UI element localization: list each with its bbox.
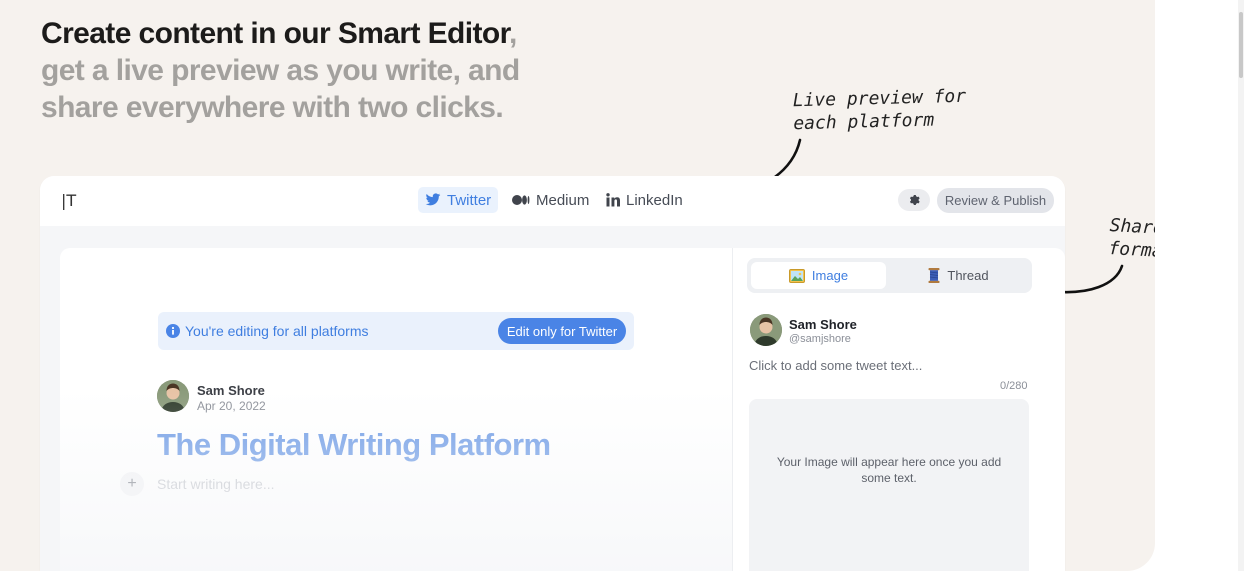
tab-label: LinkedIn	[626, 191, 683, 209]
platform-banner: You're editing for all platforms Edit on…	[158, 312, 634, 350]
annotation-line: formats	[1107, 238, 1155, 263]
character-count: 0/280	[1000, 380, 1028, 392]
headline-secondary-2: share everywhere with two clicks.	[41, 91, 504, 124]
annotation-line: each platform	[793, 109, 935, 135]
tab-linkedin[interactable]: LinkedIn	[599, 187, 690, 213]
twitter-icon	[425, 193, 441, 206]
editor-topbar: |T Twitter Medium LinkedIn Review & Publ…	[40, 176, 1065, 226]
linkedin-icon	[606, 193, 620, 207]
gear-icon	[909, 195, 920, 205]
hero-headline: Create content in our Smart Editor, get …	[41, 15, 581, 126]
app-logo: |T	[61, 191, 77, 210]
editor-card: You're editing for all platforms Edit on…	[60, 248, 1065, 571]
author-date: Apr 20, 2022	[197, 399, 266, 413]
author-name: Sam Shore	[197, 383, 265, 398]
banner-text: You're editing for all platforms	[185, 323, 369, 339]
page-scrollbar-thumb[interactable]	[1239, 12, 1243, 78]
tab-label: Twitter	[447, 191, 492, 209]
tab-twitter[interactable]: Twitter	[418, 187, 499, 213]
pane-divider	[732, 248, 733, 571]
review-publish-button[interactable]: Review & Publish	[937, 188, 1054, 213]
image-preview-message: Your Image will appear here once you add…	[776, 455, 1002, 485]
tab-label: Image	[811, 268, 849, 283]
info-icon	[166, 324, 180, 338]
annotation-live-preview: Live preview for each platform	[792, 85, 967, 136]
image-preview-box: Your Image will appear here once you add…	[749, 399, 1029, 571]
preview-pane: Image Thread Sam Shore @samjshore Click …	[745, 248, 1045, 571]
headline-comma: ,	[509, 17, 517, 50]
preview-format-tabs: Image Thread	[747, 258, 1032, 293]
author-avatar	[157, 380, 189, 412]
avatar-icon	[750, 314, 782, 346]
image-icon	[788, 268, 805, 283]
editor-window: |T Twitter Medium LinkedIn Review & Publ…	[40, 176, 1065, 571]
page-scrollbar[interactable]	[1238, 0, 1244, 571]
medium-icon	[512, 195, 530, 205]
hero-panel: Create content in our Smart Editor, get …	[0, 0, 1155, 571]
spool-icon	[928, 268, 940, 283]
tab-image[interactable]: Image	[751, 262, 886, 289]
document-title[interactable]: The Digital Writing Platform	[157, 427, 551, 463]
tab-thread[interactable]: Thread	[891, 262, 1026, 289]
preview-handle: @samjshore	[789, 333, 851, 345]
edit-only-twitter-button[interactable]: Edit only for Twitter	[498, 318, 626, 344]
annotation-line: Live preview for	[792, 85, 967, 112]
tweet-text-input[interactable]: Click to add some tweet text...	[749, 358, 922, 373]
avatar-icon	[157, 380, 189, 412]
tab-medium[interactable]: Medium	[505, 187, 596, 213]
annotation-native-formats: Share in nativ formats	[1108, 214, 1155, 268]
add-block-button[interactable]: +	[120, 472, 144, 496]
settings-button[interactable]	[898, 189, 930, 211]
tab-label: Medium	[536, 191, 590, 209]
body-placeholder[interactable]: Start writing here...	[157, 476, 275, 492]
headline-secondary-1: get a live preview as you write, and	[41, 54, 520, 87]
tab-label: Thread	[947, 268, 989, 283]
preview-avatar	[750, 314, 782, 346]
preview-name: Sam Shore	[789, 317, 857, 332]
headline-primary: Create content in our Smart Editor	[41, 17, 510, 50]
